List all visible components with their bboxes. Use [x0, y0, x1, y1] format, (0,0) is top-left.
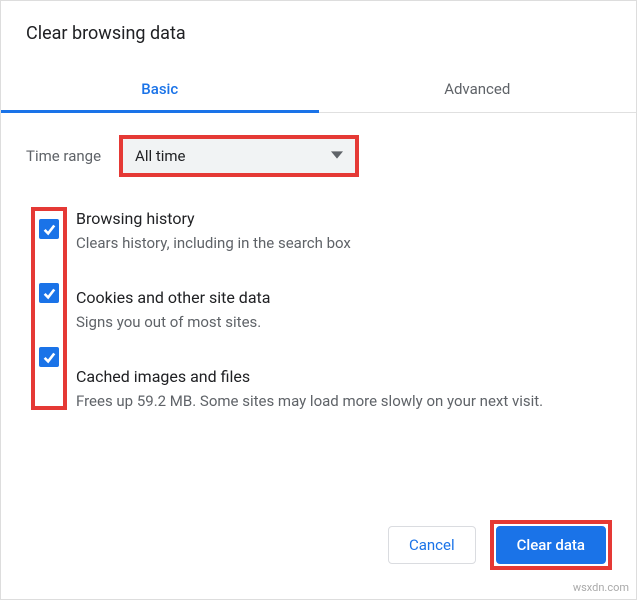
- option-cache: Cached images and files Frees up 59.2 MB…: [76, 365, 611, 410]
- time-range-select[interactable]: All time: [123, 139, 355, 173]
- chevron-down-icon: [331, 147, 343, 165]
- checkbox-cookies[interactable]: [39, 283, 59, 303]
- dialog-footer: Cancel Clear data: [388, 520, 612, 570]
- option-title: Browsing history: [76, 209, 611, 228]
- option-desc: Frees up 59.2 MB. Some sites may load mo…: [76, 392, 611, 410]
- clear-data-button[interactable]: Clear data: [496, 526, 606, 564]
- tab-basic[interactable]: Basic: [1, 66, 319, 112]
- option-cookies: Cookies and other site data Signs you ou…: [76, 286, 611, 331]
- clear-button-highlight: Clear data: [490, 520, 612, 570]
- dialog-title: Clear browsing data: [1, 1, 636, 44]
- option-desc: Signs you out of most sites.: [76, 313, 611, 331]
- option-browsing-history: Browsing history Clears history, includi…: [76, 207, 611, 252]
- check-icon: [42, 350, 56, 364]
- checkbox-cache[interactable]: [39, 347, 59, 367]
- option-title: Cookies and other site data: [76, 288, 611, 307]
- watermark: wsxdn.com: [573, 581, 629, 594]
- tab-advanced[interactable]: Advanced: [319, 66, 637, 112]
- option-desc: Clears history, including in the search …: [76, 234, 611, 252]
- check-icon: [42, 222, 56, 236]
- checkbox-group-highlight: [31, 207, 67, 410]
- clear-browsing-data-dialog: Clear browsing data Basic Advanced Time …: [0, 0, 637, 600]
- time-range-row: Time range All time: [26, 135, 611, 177]
- tabs: Basic Advanced: [1, 66, 636, 113]
- checkbox-browsing-history[interactable]: [39, 219, 59, 239]
- cancel-button[interactable]: Cancel: [388, 526, 476, 564]
- check-icon: [42, 286, 56, 300]
- options-list: Browsing history Clears history, includi…: [26, 207, 611, 410]
- option-title: Cached images and files: [76, 367, 611, 386]
- time-range-highlight: All time: [119, 135, 359, 177]
- time-range-value: All time: [135, 147, 185, 165]
- dialog-content: Time range All time: [1, 113, 636, 410]
- time-range-label: Time range: [26, 147, 101, 165]
